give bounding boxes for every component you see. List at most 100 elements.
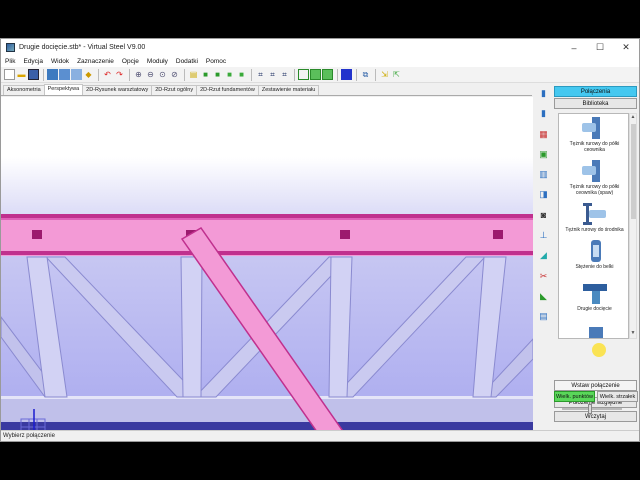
color-blue-icon[interactable] — [341, 69, 352, 80]
library-item[interactable] — [559, 325, 628, 338]
library-item-label: Drugie docięcie — [577, 306, 612, 312]
library-item[interactable]: Stężenie do belki — [559, 240, 628, 270]
column-insert-icon[interactable]: ▮ — [537, 107, 550, 120]
top-chord — [1, 214, 533, 256]
grid-icon[interactable]: ▦ — [537, 128, 550, 141]
maximize-button[interactable]: ☐ — [587, 39, 613, 56]
insert-connection-button[interactable]: Wstaw połączenie — [554, 380, 637, 391]
beam-bracing-icon — [580, 240, 610, 262]
size-slider-knob[interactable] — [588, 404, 592, 414]
minimize-button[interactable]: – — [561, 39, 587, 56]
bolt-icon[interactable]: ◙ — [537, 209, 550, 222]
select-filter-icon[interactable]: ⌗ — [255, 69, 266, 80]
view-box-1-icon[interactable] — [298, 69, 309, 80]
cube-green-3-icon[interactable]: ■ — [224, 69, 235, 80]
stairs-icon[interactable]: ▤ — [537, 310, 550, 323]
zoom-in-icon[interactable]: ⊕ — [133, 69, 144, 80]
plate-icon[interactable]: ▣ — [537, 148, 550, 161]
weld-icon[interactable]: ◣ — [537, 290, 550, 303]
pipe-brace-channel-flange-weld-icon — [580, 160, 610, 182]
scroll-down-icon[interactable]: ▼ — [630, 330, 636, 338]
menu-bar: Plik Edycja Widok Zaznaczenie Opcje Modu… — [1, 56, 639, 67]
title-bar: Drugie docięcie.stb* - Virtual Steel V9.… — [1, 39, 639, 56]
library-item[interactable]: Tężnik rurowy do półki ceownika — [559, 117, 628, 154]
export-dwg-icon[interactable] — [47, 69, 58, 80]
export-dxf-icon[interactable] — [59, 69, 70, 80]
connection-icon[interactable]: ◨ — [537, 188, 550, 201]
tab-zestawienie-materialu[interactable]: Zestawienie materiału — [257, 85, 320, 95]
app-icon — [6, 43, 15, 52]
gusset-plate-3 — [340, 230, 350, 239]
import-icon[interactable]: ⇲ — [379, 69, 390, 80]
menu-dodatki[interactable]: Dodatki — [176, 58, 198, 65]
cube-green-1-icon[interactable]: ■ — [200, 69, 211, 80]
view-box-2-icon[interactable] — [310, 69, 321, 80]
close-button[interactable]: ✕ — [613, 39, 639, 56]
tab-rysunek-warsztatowy[interactable]: 2D-Rysunek warsztatowy — [82, 85, 153, 95]
new-file-icon[interactable] — [4, 69, 15, 80]
menu-pomoc[interactable]: Pomoc — [206, 58, 226, 65]
menu-widok[interactable]: Widok — [51, 58, 69, 65]
view-tabs: Aksonometria Perspektywa 2D-Rysunek wars… — [1, 84, 532, 96]
select-all-icon[interactable]: ⌗ — [267, 69, 278, 80]
main-toolbar: ▬ ◆ ↶ ↷ ⊕ ⊖ ⊙ ⊘ ▤ ■ ■ ■ ■ ⌗ ⌗ ⌗ ⧉ ⇲ ⇱ — [1, 67, 639, 83]
select-none-icon[interactable]: ⌗ — [279, 69, 290, 80]
library-scrollbar[interactable]: ▲ ▼ — [629, 113, 637, 339]
cube-green-4-icon[interactable]: ■ — [236, 69, 247, 80]
app-window: Drugie docięcie.stb* - Virtual Steel V9.… — [0, 38, 640, 442]
connection-library-list[interactable]: Tężnik rurowy do półki ceownika Tężnik r… — [558, 113, 629, 339]
beam-insert-icon[interactable]: ▮ — [537, 87, 550, 100]
menu-plik[interactable]: Plik — [5, 58, 15, 65]
zoom-window-icon[interactable]: ⊙ — [157, 69, 168, 80]
scroll-up-icon[interactable]: ▲ — [630, 114, 636, 122]
status-text: Wybierz połączenie — [3, 433, 55, 439]
status-bar: Wybierz połączenie — [1, 430, 639, 441]
menu-moduly[interactable]: Moduły — [147, 58, 168, 65]
menu-edycja[interactable]: Edycja — [23, 58, 43, 65]
menu-zaznaczenie[interactable]: Zaznaczenie — [77, 58, 114, 65]
measure-icon[interactable]: ◢ — [537, 249, 550, 262]
library-item[interactable]: Tężnik rurowy do środnika — [559, 203, 628, 233]
open-folder-icon[interactable]: ▬ — [16, 69, 27, 80]
tab-rzut-fundamentow[interactable]: 2D-Rzut fundamentów — [196, 85, 259, 95]
library-item-label: Stężenie do belki — [575, 264, 614, 270]
undo-icon[interactable]: ↶ — [102, 69, 113, 80]
print-icon[interactable] — [71, 69, 82, 80]
tab-rzut-ogolny[interactable]: 2D-Rzut ogólny — [151, 85, 198, 95]
scroll-thumb[interactable] — [631, 124, 636, 219]
library-item-label: Tężnik rurowy do środnika — [565, 227, 624, 233]
anchor-icon[interactable]: ⊥ — [537, 229, 550, 242]
connections-panel: Połączenia Biblioteka Tężnik rurowy do p… — [554, 86, 638, 428]
point-size-toggle[interactable]: Wielk. punktów — [554, 391, 595, 402]
truss-model — [1, 214, 533, 430]
save-icon[interactable] — [28, 69, 39, 80]
library-button[interactable]: Biblioteka — [554, 98, 637, 109]
zoom-all-icon[interactable]: ⊘ — [169, 69, 180, 80]
menu-opcje[interactable]: Opcje — [122, 58, 139, 65]
cut-icon[interactable]: ✂ — [537, 270, 550, 283]
size-slider[interactable] — [562, 404, 622, 414]
pipe-brace-web-icon — [580, 203, 610, 225]
library-item[interactable]: Tężnik rurowy do półki ceownika (spaw) — [559, 160, 628, 197]
vertical-toolbar: ▮ ▮ ▦ ▣ ▥ ◨ ◙ ⊥ ◢ ✂ ◣ ▤ — [535, 87, 552, 377]
export-icon[interactable]: ⇱ — [391, 69, 402, 80]
3d-viewport[interactable] — [1, 97, 533, 430]
tab-perspektywa[interactable]: Perspektywa — [43, 84, 84, 95]
zoom-out-icon[interactable]: ⊖ — [145, 69, 156, 80]
pipe-brace-channel-flange-icon — [580, 117, 610, 139]
mouse-cursor-highlight — [592, 343, 606, 357]
redo-icon[interactable]: ↷ — [114, 69, 125, 80]
view-box-3-icon[interactable] — [322, 69, 333, 80]
profile-icon[interactable]: ▥ — [537, 168, 550, 181]
diagonal-left-2 — [44, 256, 201, 398]
library-item-label: Tężnik rurowy do półki ceownika — [569, 141, 620, 154]
library-item[interactable]: Drugie docięcie — [559, 282, 628, 312]
tab-aksonometria[interactable]: Aksonometria — [3, 85, 45, 95]
print-preview-icon[interactable]: ◆ — [83, 69, 94, 80]
connections-header[interactable]: Połączenia — [554, 86, 637, 97]
arrow-size-toggle[interactable]: Wielk. strzałek — [597, 391, 638, 402]
cube-green-2-icon[interactable]: ■ — [212, 69, 223, 80]
layers-icon[interactable]: ▤ — [188, 69, 199, 80]
model-tree-icon[interactable]: ⧉ — [360, 69, 371, 80]
partial-item-icon — [580, 325, 610, 338]
